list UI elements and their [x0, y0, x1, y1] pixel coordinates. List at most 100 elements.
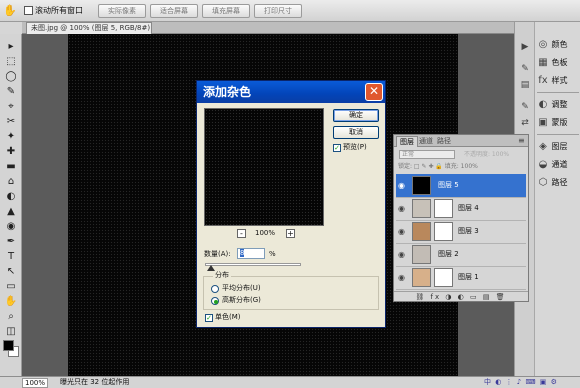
tool-15-icon[interactable]: ↖ [3, 265, 19, 278]
eye-icon[interactable]: ◉ [398, 181, 407, 190]
eye-icon[interactable]: ◉ [398, 273, 407, 282]
preview-image[interactable] [204, 108, 324, 226]
dock-panel-label: 蒙版 [549, 118, 568, 127]
dock-panel-item[interactable]: ▦ 色板 [537, 54, 579, 72]
layers-footer-buttons[interactable]: ⛓ fx ◑ ◐ ▭ ▤ 🗑 [394, 291, 528, 301]
layer-name: 图层 1 [458, 273, 479, 281]
gaussian-radio[interactable] [211, 297, 219, 305]
fit-screen-button[interactable]: 适合屏幕 [150, 4, 198, 18]
dock-tool-1-icon[interactable]: ✎ [518, 62, 532, 76]
dock-tool-2-icon[interactable]: ▤ [518, 78, 532, 92]
tab-layers[interactable]: 图层 [396, 136, 418, 147]
actual-pixels-button[interactable]: 实际像素 [98, 4, 146, 18]
dock-panel-label: 色板 [549, 58, 568, 67]
eye-icon[interactable]: ◉ [398, 227, 407, 236]
monochromatic-checkbox[interactable]: ✓ [205, 314, 213, 322]
tool-13-icon[interactable]: ✒ [3, 235, 19, 248]
dock-separator [537, 92, 579, 93]
opacity-field[interactable]: 不透明度: 100% [464, 150, 524, 159]
layers-panel-tabs: 图层 通道 路径 ≡ [394, 135, 528, 147]
tool-3-icon[interactable]: ✎ [3, 85, 19, 98]
tab-paths[interactable]: 路径 [434, 136, 454, 147]
dock-panel-icon: ⬡ [538, 177, 548, 188]
dock-panel-icon: ◒ [538, 159, 548, 170]
tool-17-icon[interactable]: ✋ [3, 295, 19, 308]
tool-12-icon[interactable]: ◉ [3, 220, 19, 233]
eye-icon[interactable]: ◉ [398, 204, 407, 213]
tool-0-icon[interactable]: ▸ [3, 40, 19, 53]
amount-slider[interactable] [205, 263, 301, 266]
tool-9-icon[interactable]: ⌂ [3, 175, 19, 188]
dock-panel-item[interactable]: ◐ 调整 [537, 96, 579, 114]
layer-name: 图层 3 [458, 227, 479, 235]
dialog-titlebar[interactable]: 添加杂色 ✕ [197, 81, 385, 103]
layer-row[interactable]: ◉ 图层 4 [396, 197, 526, 221]
close-button[interactable]: ✕ [365, 83, 383, 101]
tool-7-icon[interactable]: ✚ [3, 145, 19, 158]
dock-panel-icon: fx [538, 75, 548, 86]
tab-channels[interactable]: 通道 [416, 136, 436, 147]
zoom-out-button[interactable]: - [237, 229, 246, 238]
preview-checkbox[interactable]: ✓ [333, 144, 341, 152]
layer-row[interactable]: ◉ 图层 1 [396, 266, 526, 290]
cancel-button[interactable]: 取消 [333, 126, 379, 139]
layer-thumbnail [412, 268, 431, 287]
layer-row[interactable]: ◉ 图层 2 [396, 243, 526, 267]
scroll-all-windows-checkbox[interactable] [24, 6, 33, 15]
layer-mask-thumbnail[interactable] [434, 268, 453, 287]
tool-1-icon[interactable]: ⬚ [3, 55, 19, 68]
dock-tool-3-icon[interactable]: ✎ [518, 100, 532, 114]
dock-panel-label: 调整 [549, 100, 568, 109]
fill-screen-button[interactable]: 填充屏幕 [202, 4, 250, 18]
tool-5-icon[interactable]: ✂ [3, 115, 19, 128]
eye-icon[interactable]: ◉ [398, 250, 407, 259]
layer-mask-thumbnail[interactable] [434, 222, 453, 241]
zoom-field[interactable]: 100% [22, 378, 48, 388]
uniform-radio[interactable] [211, 285, 219, 293]
tool-8-icon[interactable]: ▬ [3, 160, 19, 173]
layer-row[interactable]: ◉ 图层 3 [396, 220, 526, 244]
dock-panel-item[interactable]: ◒ 通道 [537, 156, 579, 174]
dock-panel-icon: ◈ [539, 141, 547, 152]
distribution-legend: 分布 [213, 271, 231, 280]
print-size-button[interactable]: 打印尺寸 [254, 4, 302, 18]
tool-6-icon[interactable]: ✦ [3, 130, 19, 143]
lock-fill-row: 锁定: □ ✎ ✚ 🔒 填充: 100% [398, 163, 478, 170]
tool-2-icon[interactable]: ◯ [3, 70, 19, 83]
tool-16-icon[interactable]: ▭ [3, 280, 19, 293]
layer-row[interactable]: ◉ 图层 5 [396, 174, 526, 198]
monochromatic-label: 单色(M) [215, 313, 241, 321]
dock-panel-item[interactable]: ▣ 蒙版 [537, 114, 579, 132]
dock-panel-item[interactable]: ◈ 图层 [537, 138, 579, 156]
panel-menu-icon[interactable]: ≡ [518, 136, 525, 146]
dock-panel-icon: ▣ [538, 117, 548, 128]
layer-name: 图层 4 [458, 204, 479, 212]
tool-14-icon[interactable]: T [3, 250, 19, 263]
tool-4-icon[interactable]: ⌖ [3, 100, 19, 113]
document-tab[interactable]: 未图.jpg @ 100% (图层 5, RGB/8#) * [26, 22, 152, 34]
preview-label: 预览(P) [343, 143, 367, 151]
layer-name: 图层 2 [438, 250, 459, 258]
uniform-label: 平均分布(U) [222, 284, 261, 292]
foreground-color-swatch[interactable] [3, 340, 14, 351]
amount-input[interactable]: 8 [237, 248, 265, 259]
dock-panel-label: 路径 [549, 178, 568, 187]
dock-panel-item[interactable]: ⬡ 路径 [537, 174, 579, 192]
dock-panel-item[interactable]: fx 样式 [537, 72, 579, 90]
blend-mode-select[interactable]: 正常 [399, 150, 455, 159]
tool-18-icon[interactable]: ⌕ [3, 310, 19, 323]
zoom-in-button[interactable]: + [286, 229, 295, 238]
tool-10-icon[interactable]: ◐ [3, 190, 19, 203]
tool-19-icon[interactable]: ◫ [3, 325, 19, 338]
dock-panel-label: 颜色 [549, 40, 568, 49]
layers-panel: 图层 通道 路径 ≡ 正常 不透明度: 100% 锁定: □ ✎ ✚ 🔒 填充:… [393, 134, 529, 302]
dock-panel-label: 图层 [549, 142, 568, 151]
dock-tool-4-icon[interactable]: ⇄ [518, 116, 532, 130]
dock-tool-0-icon[interactable]: ▶ [518, 40, 532, 54]
dock-panel-icon: ◐ [538, 99, 548, 110]
ok-button[interactable]: 确定 [333, 109, 379, 122]
dock-panel-item[interactable]: ◎ 颜色 [537, 36, 579, 54]
layer-mask-thumbnail[interactable] [434, 199, 453, 218]
tool-11-icon[interactable]: ▲ [3, 205, 19, 218]
hand-tool-icon: ✋ [3, 4, 17, 17]
